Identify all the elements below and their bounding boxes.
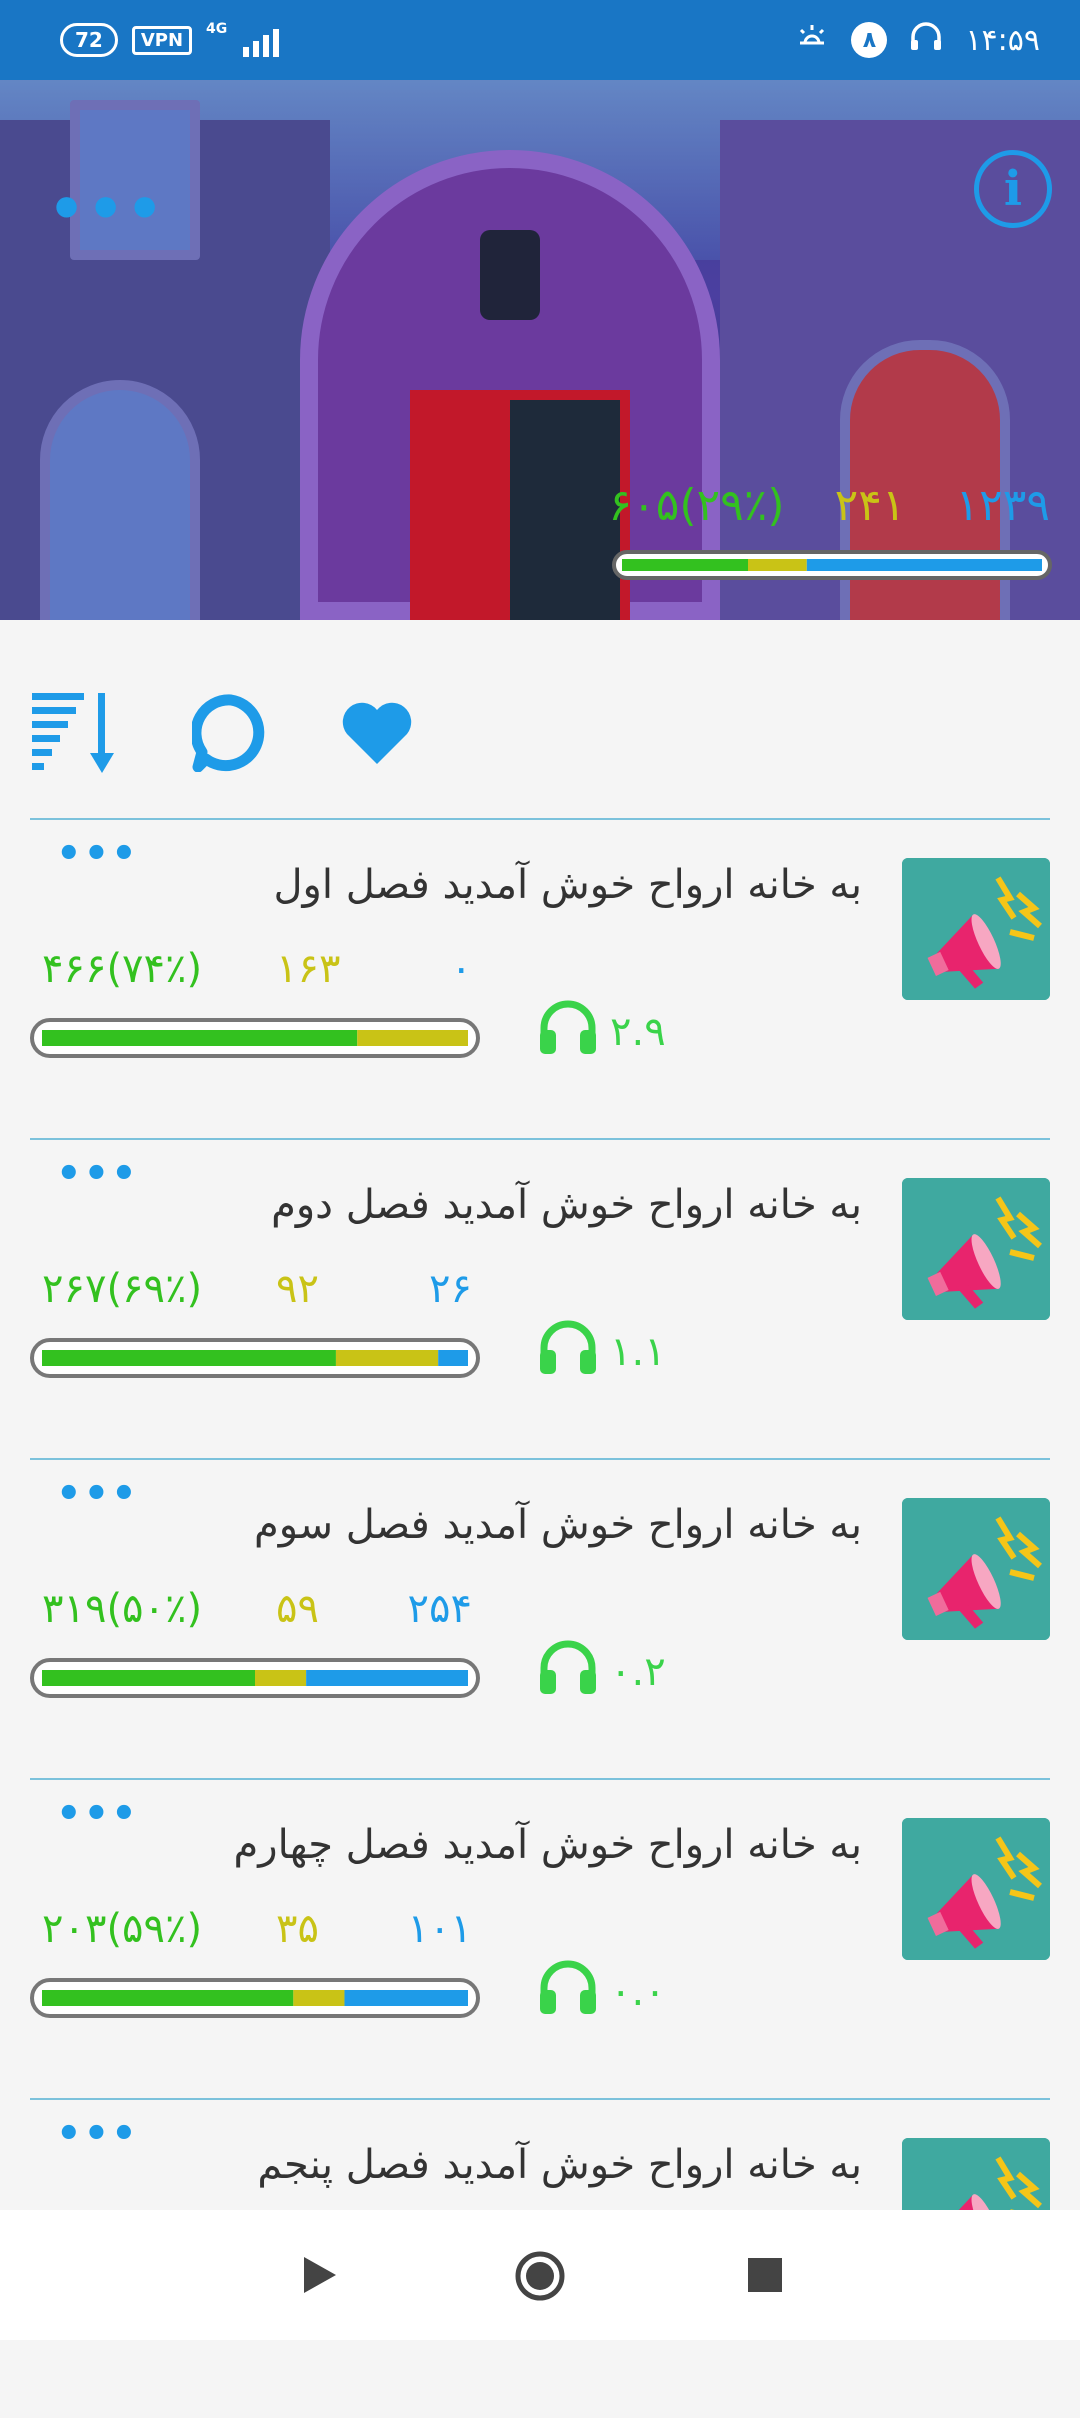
episode-title: به خانه ارواح خوش آمدید فصل چهارم bbox=[233, 1822, 862, 1868]
megaphone-thumbnail bbox=[902, 858, 1050, 1000]
stat-green: ۲۰۳(۵۹٪) bbox=[42, 1906, 203, 1952]
info-icon[interactable]: i bbox=[974, 150, 1052, 228]
episode-progress-bar bbox=[30, 1978, 480, 2018]
back-triangle-icon[interactable] bbox=[300, 2254, 340, 2300]
stat-yellow: ۱۶۳ bbox=[276, 946, 341, 992]
stat-green: ۴۶۶(۷۴٪) bbox=[42, 946, 203, 992]
episode-item[interactable]: ••• به خانه ارواح خوش آمدید فصل دوم ۲۶۷(… bbox=[0, 1140, 1080, 1458]
episode-title: به خانه ارواح خوش آمدید فصل دوم bbox=[271, 1182, 862, 1228]
stat-green: ۳۱۹(۵۰٪) bbox=[42, 1586, 203, 1632]
episode-stats: ۴۶۶(۷۴٪) ۱۶۳ ۰ bbox=[42, 946, 472, 1006]
episode-item[interactable]: ••• به خانه ارواح خوش آمدید فصل چهارم ۲۰… bbox=[0, 1780, 1080, 2098]
sort-icon[interactable] bbox=[30, 691, 122, 779]
listen-value: ۱.۱ bbox=[610, 1329, 666, 1375]
listen-value: ۲.۹ bbox=[610, 1009, 666, 1055]
status-bar: 72 VPN 4G ۸ ۱۴:۵۹ bbox=[0, 0, 1080, 80]
headphones-icon bbox=[536, 1318, 600, 1386]
episode-more-options-icon[interactable]: ••• bbox=[56, 1474, 139, 1514]
system-nav-bar bbox=[0, 2210, 1080, 2340]
headphones-icon bbox=[536, 1958, 600, 2026]
stat-blue: ۱۰۱ bbox=[407, 1906, 472, 1952]
episode-progress-bar bbox=[30, 1018, 480, 1058]
action-toolbar bbox=[30, 680, 414, 790]
hero-stat-yellow: ۲۴۱ bbox=[834, 480, 906, 531]
megaphone-thumbnail bbox=[902, 1498, 1050, 1640]
hero-stat-green: ۶۰۵(۲۹٪) bbox=[608, 480, 785, 531]
hero-stats: ۶۰۵(۲۹٪) ۲۴۱ ۱۲۳۹ bbox=[608, 480, 1050, 531]
stat-yellow: ۵۹ bbox=[276, 1586, 319, 1632]
episode-item[interactable]: ••• به خانه ارواح خوش آمدید فصل سوم ۳۱۹(… bbox=[0, 1460, 1080, 1778]
vpn-indicator: VPN bbox=[131, 25, 193, 55]
hero-banner: ••• i ۶۰۵(۲۹٪) ۲۴۱ ۱۲۳۹ bbox=[0, 80, 1080, 620]
listen-count: ۰.۲ bbox=[536, 1638, 666, 1706]
stat-blue: ۰ bbox=[450, 946, 472, 992]
comment-icon[interactable] bbox=[190, 694, 270, 776]
megaphone-thumbnail bbox=[902, 1178, 1050, 1320]
episode-progress-bar bbox=[30, 1658, 480, 1698]
clock: ۱۴:۵۹ bbox=[965, 22, 1040, 58]
episode-item[interactable]: ••• به خانه ارواح خوش آمدید فصل اول ۴۶۶(… bbox=[0, 820, 1080, 1138]
stat-blue: ۲۶ bbox=[429, 1266, 472, 1312]
episode-title: به خانه ارواح خوش آمدید فصل اول bbox=[273, 862, 862, 908]
hero-progress-bar bbox=[612, 550, 1052, 580]
battery-indicator: 72 bbox=[60, 23, 118, 57]
episode-stats: ۲۶۷(۶۹٪) ۹۲ ۲۶ bbox=[42, 1266, 472, 1326]
headphones-status-icon bbox=[909, 20, 943, 60]
recents-square-icon[interactable] bbox=[746, 2256, 784, 2298]
episode-stats: ۳۱۹(۵۰٪) ۵۹ ۲۵۴ bbox=[42, 1586, 472, 1646]
home-circle-icon[interactable] bbox=[514, 2250, 566, 2306]
stat-yellow: ۹۲ bbox=[276, 1266, 319, 1312]
stat-yellow: ۳۵ bbox=[276, 1906, 319, 1952]
heart-icon[interactable] bbox=[340, 700, 414, 770]
episode-more-options-icon[interactable]: ••• bbox=[56, 1154, 139, 1194]
hero-stat-blue: ۱۲۳۹ bbox=[955, 480, 1050, 531]
network-type: 4G bbox=[206, 21, 228, 37]
episode-stats: ۲۰۳(۵۹٪) ۳۵ ۱۰۱ bbox=[42, 1906, 472, 1966]
episode-title: به خانه ارواح خوش آمدید فصل پنجم bbox=[257, 2142, 862, 2188]
episode-more-options-icon[interactable]: ••• bbox=[56, 834, 139, 874]
episode-title: به خانه ارواح خوش آمدید فصل سوم bbox=[254, 1502, 862, 1548]
stat-green: ۲۶۷(۶۹٪) bbox=[42, 1266, 203, 1312]
megaphone-thumbnail bbox=[902, 1818, 1050, 1960]
listen-count: ۲.۹ bbox=[536, 998, 666, 1066]
stat-blue: ۲۵۴ bbox=[407, 1586, 472, 1632]
episode-more-options-icon[interactable]: ••• bbox=[56, 2114, 139, 2154]
signal-icon: 4G bbox=[206, 21, 280, 59]
listen-count: ۰.۰ bbox=[536, 1958, 666, 2026]
episode-progress-bar bbox=[30, 1338, 480, 1378]
listen-count: ۱.۱ bbox=[536, 1318, 666, 1386]
headphones-icon bbox=[536, 998, 600, 1066]
brightness-icon bbox=[795, 21, 829, 59]
listen-value: ۰.۰ bbox=[610, 1969, 666, 2015]
listen-value: ۰.۲ bbox=[610, 1649, 666, 1695]
headphones-icon bbox=[536, 1638, 600, 1706]
episode-more-options-icon[interactable]: ••• bbox=[56, 1794, 139, 1834]
notification-badge: ۸ bbox=[851, 22, 888, 58]
more-options-icon[interactable]: ••• bbox=[48, 180, 165, 238]
